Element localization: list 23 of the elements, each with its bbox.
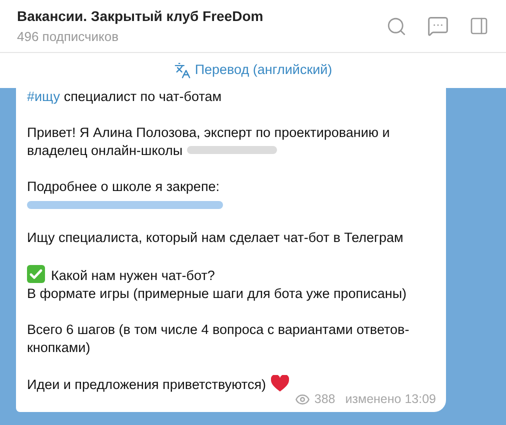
heart-icon <box>271 375 290 392</box>
translate-bar[interactable]: Перевод (английский) <box>0 53 506 88</box>
message-text: Всего 6 шагов (в том числе 4 вопроса с вариантами ответов- <box>27 322 410 337</box>
message-text: Привет! Я Алина Полозова, эксперт по проектированию и <box>27 125 390 140</box>
message-text: Подробнее о школе я закрепе: <box>27 179 220 194</box>
views-icon <box>295 392 310 406</box>
message-text: владелец онлайн-школы <box>27 143 183 158</box>
channel-title: Вакансии. Закрытый клуб FreeDom <box>17 6 264 24</box>
message-text: Идеи и предложения приветствуются) <box>27 377 266 392</box>
side-panel-icon[interactable] <box>469 16 489 36</box>
check-mark-icon <box>27 265 45 283</box>
translate-icon <box>174 62 191 79</box>
comments-icon[interactable] <box>427 15 449 37</box>
hashtag-link[interactable]: #ищу <box>27 89 60 104</box>
search-icon[interactable] <box>386 16 407 36</box>
edited-time: изменено 13:09 <box>345 391 436 407</box>
message-text: кнопками) <box>27 340 90 355</box>
message-text: В формате игры (примерные шаги для бота уже прописаны) <box>27 286 407 301</box>
view-count: 388 <box>314 391 336 407</box>
message-text: специалист по чат-ботам <box>64 89 222 104</box>
message-text: Ищу специалиста, который нам сделает чат-бот в Телеграм <box>27 230 404 245</box>
message-text: Какой нам нужен чат-бот? <box>51 268 215 283</box>
subscriber-count: 496 подписчиков <box>17 28 120 46</box>
